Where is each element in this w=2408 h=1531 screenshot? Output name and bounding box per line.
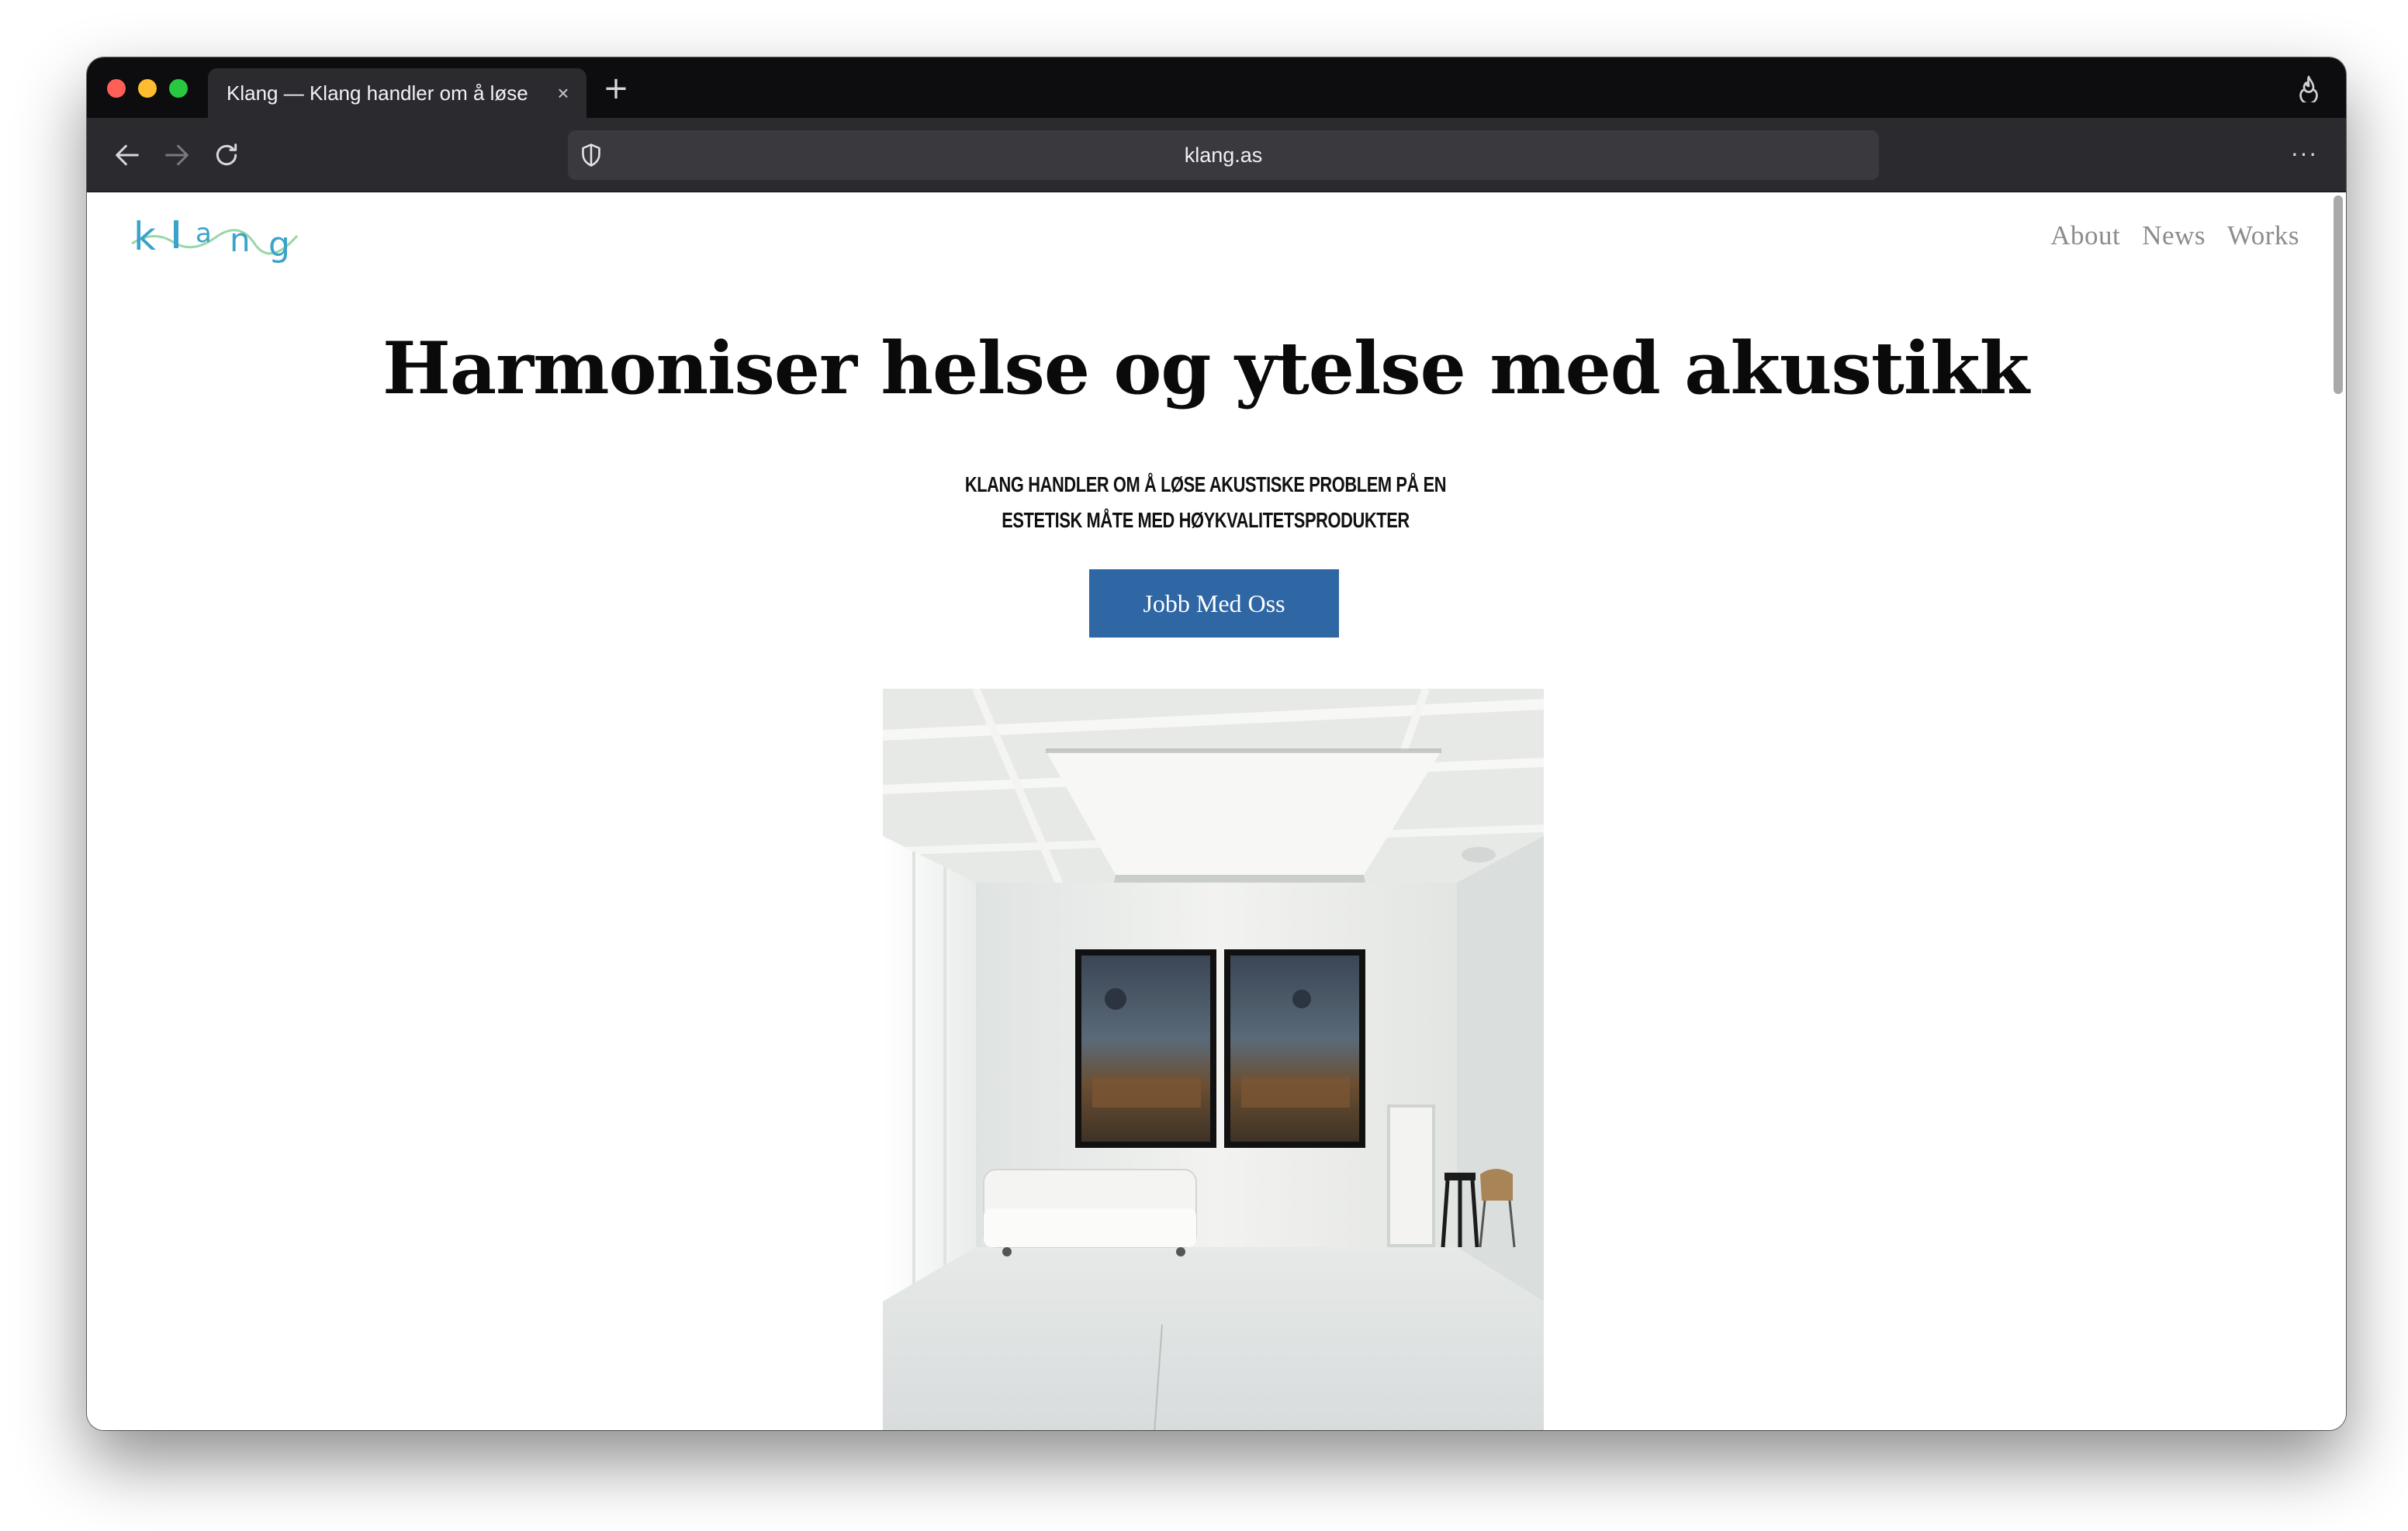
url-text: klang.as	[1184, 143, 1263, 167]
svg-text:g: g	[268, 225, 290, 264]
tagline-line-1: Klang handler om å løse akustiske proble…	[964, 472, 1447, 496]
work-with-us-button[interactable]: Jobb Med Oss	[1089, 569, 1339, 638]
minimize-window-button[interactable]	[138, 79, 157, 98]
new-tab-plus-icon[interactable]: +	[599, 71, 633, 105]
nav-works[interactable]: Works	[2227, 220, 2299, 251]
flame-icon[interactable]	[2295, 74, 2323, 102]
main-nav: About News Works	[2050, 220, 2299, 251]
tab-close-icon[interactable]: ×	[551, 81, 576, 105]
scrollbar[interactable]	[2330, 192, 2346, 1430]
page-viewport: k a n g About News Works Harmoniser hels…	[87, 192, 2346, 1430]
browser-window: Klang — Klang handler om å løse × + klan…	[87, 57, 2346, 1430]
reload-icon[interactable]	[211, 140, 242, 171]
hero-image	[883, 689, 1544, 1430]
nav-about[interactable]: About	[2050, 220, 2120, 251]
svg-text:k: k	[133, 214, 156, 259]
browser-toolbar: klang.as ···	[87, 118, 2346, 192]
close-window-button[interactable]	[107, 79, 126, 98]
forward-arrow-icon[interactable]	[161, 140, 192, 171]
svg-text:n: n	[230, 221, 251, 259]
tagline-line-2: estetisk måte med høykvalitetsprodukter	[1002, 508, 1410, 532]
more-icon[interactable]: ···	[2289, 140, 2320, 169]
tab-strip: Klang — Klang handler om å løse × +	[87, 57, 2346, 118]
hero-headline: Harmoniser helse og ytelse med akustikk	[382, 326, 2029, 410]
zoom-window-button[interactable]	[169, 79, 188, 98]
active-tab[interactable]: Klang — Klang handler om å løse ×	[208, 68, 586, 118]
nav-news[interactable]: News	[2142, 220, 2206, 251]
back-arrow-icon[interactable]	[112, 140, 143, 171]
svg-text:a: a	[195, 218, 212, 249]
address-bar[interactable]: klang.as	[568, 130, 1879, 180]
hero-tagline: Klang handler om å løse akustiske proble…	[87, 467, 2324, 538]
tab-title: Klang — Klang handler om å løse	[227, 81, 528, 105]
scrollbar-thumb[interactable]	[2334, 195, 2343, 394]
klang-logo[interactable]: k a n g	[130, 213, 301, 264]
